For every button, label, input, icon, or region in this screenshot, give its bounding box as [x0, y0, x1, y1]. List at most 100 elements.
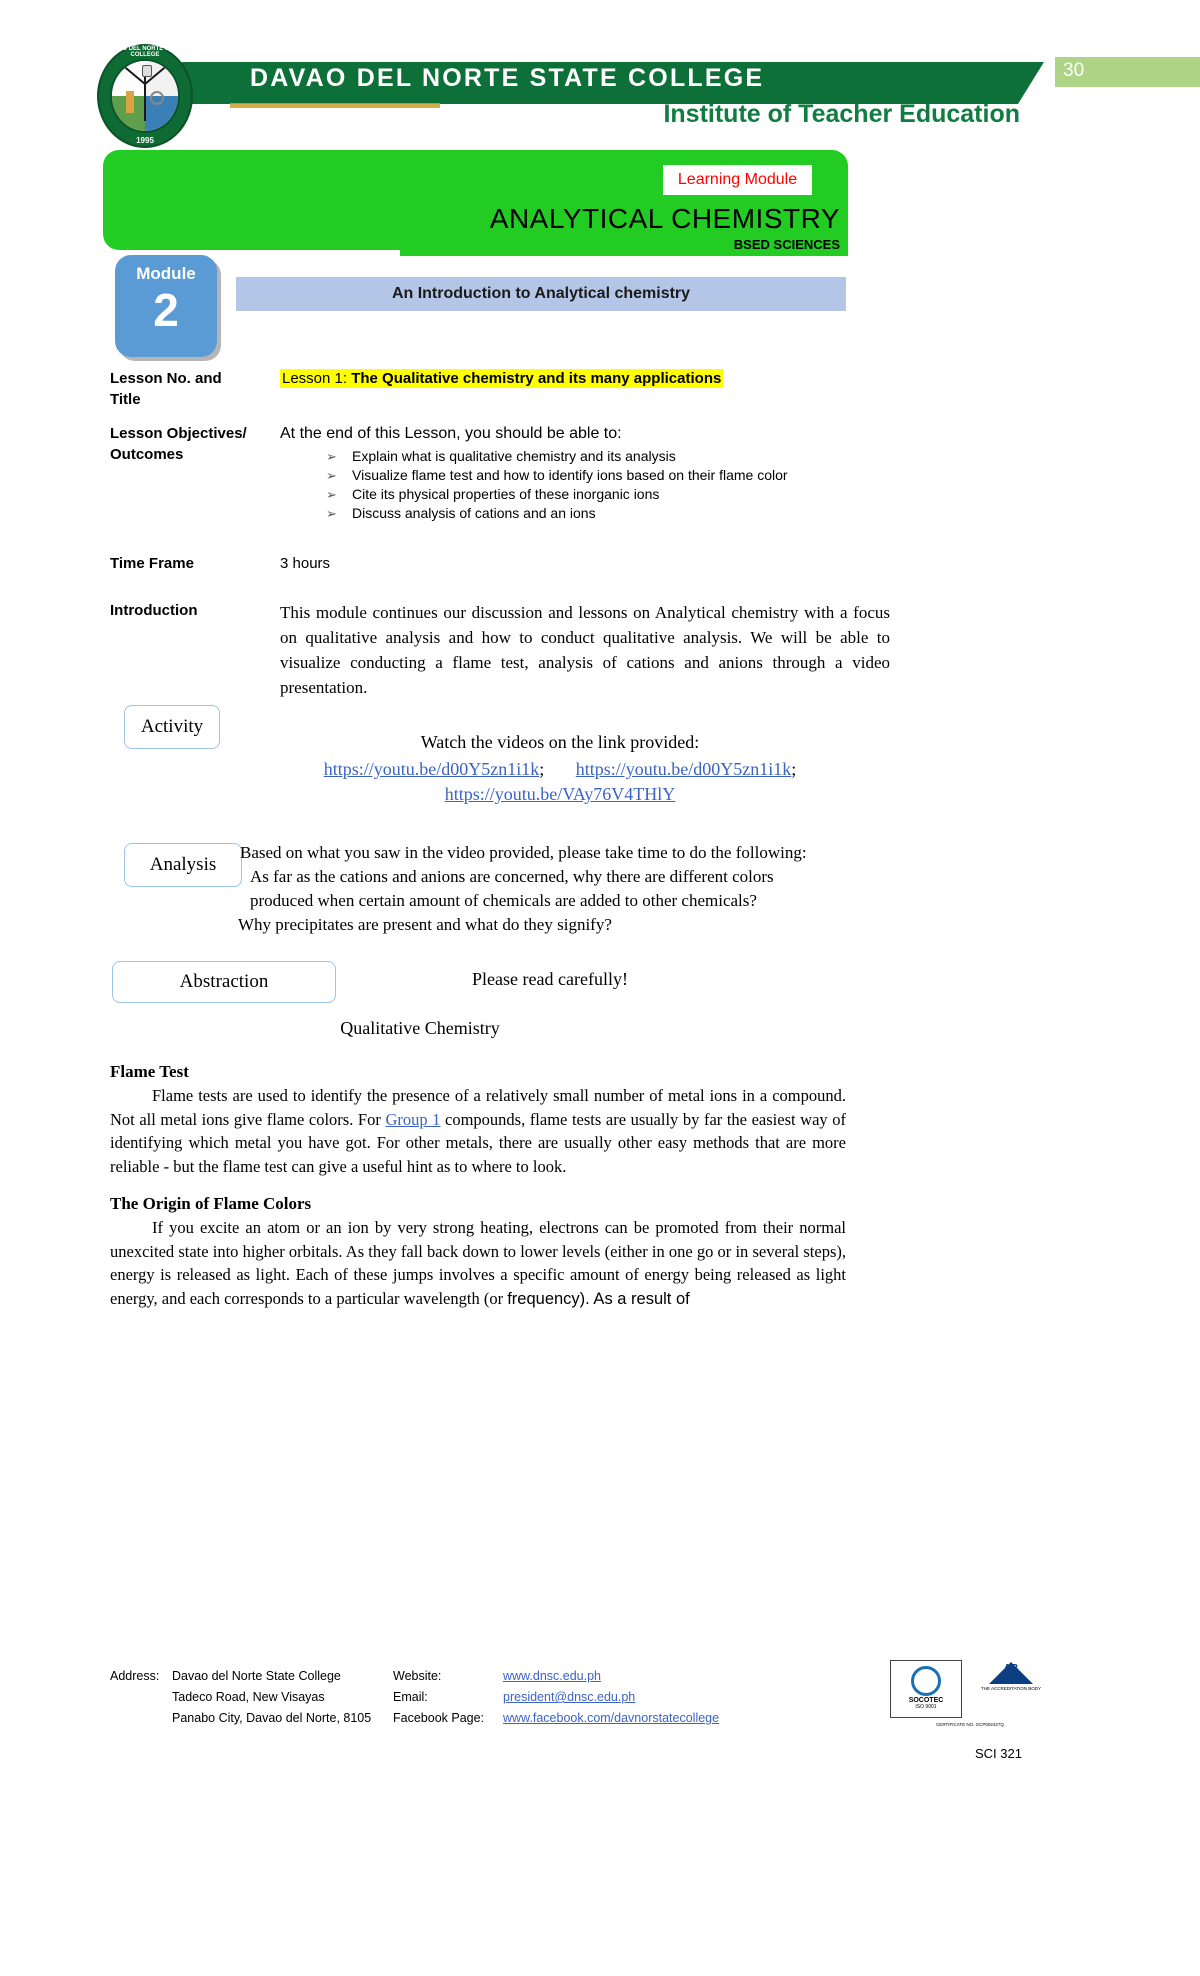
list-item: ➢ Explain what is qualitative chemistry a…: [326, 447, 890, 466]
socotec-standard: ISO 9001: [915, 1704, 937, 1710]
lesson-title-label-line1: Lesson No. and: [110, 370, 222, 387]
activity-callout-box: Activity: [124, 705, 220, 749]
institution-name: DAVAO DEL NORTE STATE COLLEGE: [250, 64, 765, 92]
accreditation-sub: THE ACCREDITATION BODY: [980, 1686, 1042, 1691]
header-bar-notch: [1018, 62, 1044, 104]
abstraction-instruction: Please read carefully!: [472, 969, 628, 989]
address-line-2: Tadeco Road, New Visayas: [172, 1690, 325, 1704]
module-subtitle-bar: An Introduction to Analytical chemistry: [236, 277, 846, 311]
email-label: Email:: [393, 1690, 428, 1704]
socotec-certification-icon: SOCOTEC ISO 9001: [890, 1660, 962, 1718]
learning-module-badge: Learning Module: [663, 165, 812, 195]
email-row: Email: president@dnsc.edu.ph: [393, 1687, 719, 1708]
seal-gear-icon: [150, 91, 164, 105]
facebook-label: Facebook Page:: [393, 1711, 485, 1725]
abstraction-label: Abstraction: [179, 971, 269, 992]
address-line-1-wrap: Address: Davao del Norte State College: [110, 1666, 371, 1687]
analysis-content: Based on what you saw in the video provi…: [238, 841, 880, 937]
facebook-link[interactable]: www.facebook.com/davnorstatecollege: [503, 1711, 719, 1725]
bullet-arrow-icon: ➢: [326, 468, 337, 483]
footer-contact-block: Website: www.dnsc.edu.ph Email: president@…: [393, 1666, 719, 1729]
objective-text: Explain what is qualitative chemistry an…: [352, 448, 676, 464]
list-item: ➢ Visualize flame test and how to identif…: [326, 466, 890, 485]
time-frame-value: 3 hours: [280, 555, 331, 572]
activity-links-row-1: https://youtu.be/d00Y5zn1i1k; https://yo…: [250, 757, 870, 782]
bullet-arrow-icon: ➢: [326, 487, 337, 502]
seal-vertical-divider: [144, 70, 147, 122]
objective-text: Visualize flame test and how to identify…: [352, 467, 788, 483]
analysis-callout-box: Analysis: [124, 843, 242, 887]
link2-separator: ;: [791, 759, 797, 779]
lesson-title-highlight: Lesson 1: The Qualitative chemistry and …: [280, 369, 724, 388]
module-subtitle: An Introduction to Analytical chemistry: [391, 285, 691, 302]
meta-row-lesson-title: Lesson No. and Title Lesson 1: The Quali…: [110, 368, 890, 410]
page-number: 30: [1063, 60, 1085, 81]
time-frame-label: Time Frame: [110, 555, 194, 572]
bullet-arrow-icon: ➢: [326, 506, 337, 521]
analysis-line-2: As far as the cations and anions are con…: [250, 867, 774, 886]
objectives-value: At the end of this Lesson, you should be…: [280, 423, 890, 523]
analysis-line-4: Why precipitates are present and what do…: [238, 915, 612, 934]
meta-row-time-frame: Time Frame 3 hours: [110, 553, 890, 574]
bullet-arrow-icon: ➢: [326, 449, 337, 464]
certificate-number: CERTIFICATE NO. GCP002427Q: [936, 1722, 1004, 1727]
video-link-3[interactable]: https://youtu.be/VAy76V4THlY: [445, 784, 676, 804]
course-code: SCI 321: [975, 1746, 1022, 1761]
learning-module-badge-label: Learning Module: [677, 171, 798, 188]
lesson-title-label: Lesson No. and Title: [110, 368, 280, 410]
website-link[interactable]: www.dnsc.edu.ph: [503, 1669, 601, 1683]
address-label: Address:: [110, 1669, 160, 1683]
seal-lamp-icon: [142, 65, 152, 77]
link1-separator: ;: [539, 759, 545, 779]
accreditation-name: AB: [1003, 1663, 1019, 1674]
seal-year: 1995: [136, 136, 154, 145]
abstraction-topic: Qualitative Chemistry: [340, 1018, 500, 1038]
seal-top-text: DAVAO DEL NORTE STATE COLLEGE: [106, 46, 184, 58]
module-number: 2: [153, 284, 179, 336]
origin-text-b: frequency). As a result of: [507, 1289, 690, 1308]
analysis-line-3: produced when certain amount of chemical…: [250, 891, 757, 910]
website-label: Website:: [393, 1669, 442, 1683]
group-1-link[interactable]: Group 1: [385, 1110, 440, 1129]
objective-text: Discuss analysis of cations and an ions: [352, 505, 596, 521]
video-link-2[interactable]: https://youtu.be/d00Y5zn1i1k: [576, 759, 792, 779]
flame-test-paragraph: Flame tests are used to identify the pre…: [110, 1084, 846, 1178]
socotec-name: SOCOTEC: [908, 1697, 944, 1704]
email-link[interactable]: president@dnsc.edu.ph: [503, 1690, 635, 1704]
flame-test-heading: Flame Test: [110, 1062, 189, 1081]
objective-text: Cite its physical properties of these in…: [352, 486, 660, 502]
program-name: BSED SCIENCES: [733, 237, 840, 252]
analysis-label: Analysis: [149, 854, 217, 875]
activity-links: https://youtu.be/d00Y5zn1i1k; https://yo…: [250, 757, 870, 807]
accreditation-body-icon: AB THE ACCREDITATION BODY: [972, 1660, 1050, 1720]
meta-row-objectives: Lesson Objectives/ Outcomes At the end o…: [110, 423, 890, 523]
activity-content: Watch the videos on the link provided: h…: [250, 730, 870, 807]
video-link-1[interactable]: https://youtu.be/d00Y5zn1i1k: [324, 759, 540, 779]
activity-label: Activity: [140, 716, 204, 737]
objectives-label-line1: Lesson Objectives/: [110, 425, 247, 442]
page-number-band: 30: [1055, 57, 1200, 87]
address-line-3-wrap: Panabo City, Davao del Norte, 8105: [110, 1708, 371, 1729]
lesson-title-label-line2: Title: [110, 391, 141, 408]
list-item: ➢ Discuss analysis of cations and an ions: [326, 504, 890, 523]
module-badge: Module 2: [115, 255, 217, 357]
activity-links-row-2: https://youtu.be/VAy76V4THlY: [250, 782, 870, 807]
objectives-label: Lesson Objectives/ Outcomes: [110, 423, 280, 523]
lesson-title-text: The Qualitative chemistry and its many a…: [347, 370, 722, 387]
lesson-meta-table: Lesson No. and Title Lesson 1: The Quali…: [110, 368, 890, 703]
abstraction-callout-box: Abstraction: [112, 961, 336, 1003]
address-line-3: Panabo City, Davao del Norte, 8105: [172, 1711, 372, 1725]
analysis-line-1: Based on what you saw in the video provi…: [240, 843, 807, 862]
seal-inner-shield: [110, 59, 180, 133]
module-word: Module: [136, 264, 196, 283]
footer-divider: [110, 1652, 848, 1653]
college-seal-icon: DAVAO DEL NORTE STATE COLLEGE 1995: [97, 44, 193, 148]
objectives-label-line2: Outcomes: [110, 446, 184, 463]
introduction-label: Introduction: [110, 602, 198, 619]
origin-of-flame-colors-heading: The Origin of Flame Colors: [110, 1194, 312, 1213]
meta-row-introduction: Introduction This module continues our d…: [110, 600, 890, 700]
address-line-1: Davao del Norte State College: [172, 1669, 341, 1683]
document-page: DAVAO DEL NORTE STATE COLLEGE Institute …: [0, 0, 1200, 1976]
course-title: ANALYTICAL CHEMISTRY: [489, 203, 840, 234]
introduction-text: This module continues our discussion and…: [280, 603, 890, 697]
